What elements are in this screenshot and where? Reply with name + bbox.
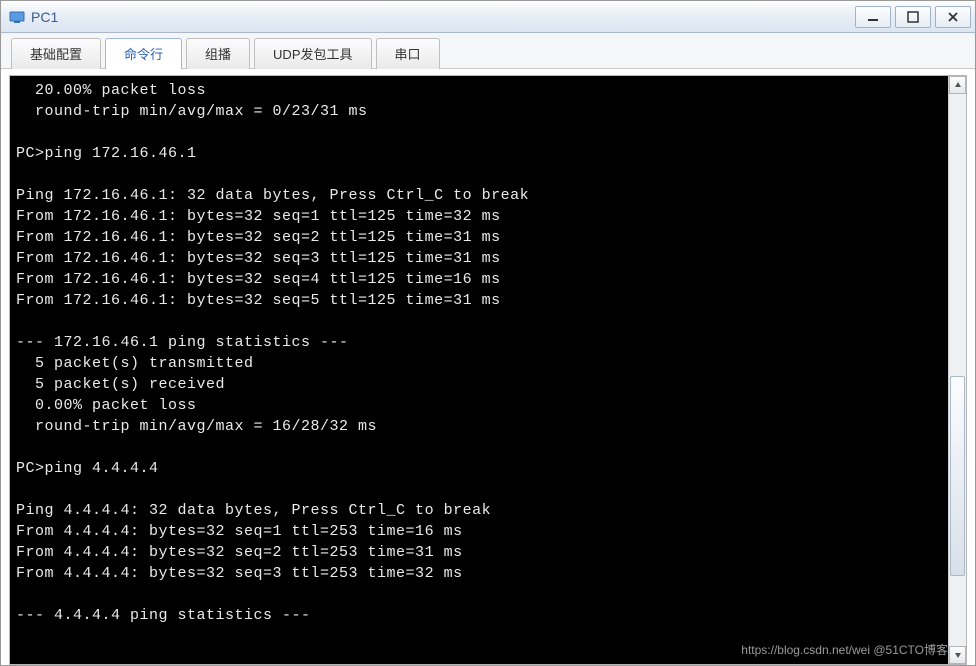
- app-icon: [9, 9, 25, 25]
- terminal-panel: 20.00% packet loss round-trip min/avg/ma…: [9, 75, 967, 665]
- tab-udp-sender[interactable]: UDP发包工具: [254, 38, 371, 69]
- tab-multicast[interactable]: 组播: [186, 38, 250, 69]
- scroll-up-button[interactable]: [949, 76, 966, 94]
- scrollbar[interactable]: [948, 76, 966, 664]
- tab-serial[interactable]: 串口: [376, 38, 440, 69]
- scroll-thumb[interactable]: [950, 376, 965, 576]
- tab-command-line[interactable]: 命令行: [105, 38, 182, 69]
- window-title: PC1: [31, 9, 58, 25]
- close-button[interactable]: [935, 6, 971, 28]
- terminal-output[interactable]: 20.00% packet loss round-trip min/avg/ma…: [10, 76, 948, 664]
- maximize-button[interactable]: [895, 6, 931, 28]
- tab-basic-config[interactable]: 基础配置: [11, 38, 101, 69]
- titlebar: PC1: [1, 1, 975, 33]
- minimize-button[interactable]: [855, 6, 891, 28]
- tabbar: 基础配置 命令行 组播 UDP发包工具 串口: [1, 33, 975, 69]
- scroll-down-button[interactable]: [949, 646, 966, 664]
